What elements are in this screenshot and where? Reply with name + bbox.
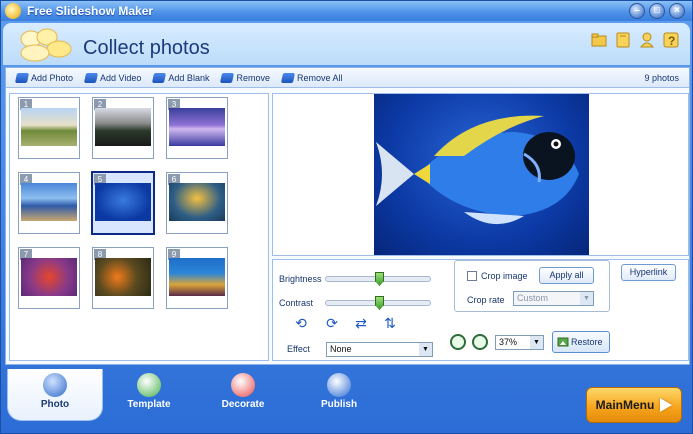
thumbnail-grid: 1 2 3 4 5 6 7 8 9: [9, 93, 269, 361]
play-arrow-icon: [660, 398, 673, 412]
thumbnail-7[interactable]: 7: [18, 247, 80, 309]
close-button[interactable]: ×: [669, 3, 685, 19]
thumbnail-2[interactable]: 2: [92, 97, 154, 159]
remove-all-icon: [280, 72, 296, 83]
photo-tab-icon: [43, 373, 67, 397]
add-blank-button[interactable]: Add Blank: [152, 72, 209, 83]
title-bar: Free Slideshow Maker – □ ×: [1, 1, 692, 21]
zoom-out-icon[interactable]: [472, 334, 488, 350]
flower-logo-icon: [20, 28, 72, 62]
effect-label: Effect: [287, 344, 310, 354]
thumbnail-6[interactable]: 6: [166, 172, 228, 234]
flip-horizontal-icon[interactable]: ⇄: [353, 316, 369, 330]
contrast-label: Contrast: [279, 298, 314, 308]
tab-publish[interactable]: Publish: [291, 369, 387, 417]
thumbnail-5[interactable]: 5: [91, 171, 155, 235]
hyperlink-button[interactable]: Hyperlink: [621, 264, 676, 281]
remove-icon: [220, 72, 235, 83]
chevron-down-icon: ▼: [580, 292, 593, 305]
photo-toolbar: Add Photo Add Video Add Blank Remove Rem…: [6, 68, 689, 88]
window-title: Free Slideshow Maker: [27, 4, 154, 18]
rotate-right-icon[interactable]: ⟳: [324, 316, 340, 330]
svg-text:?: ?: [668, 34, 675, 48]
add-blank-icon: [152, 72, 167, 83]
crop-group: Crop image Apply all Crop rate Custom ▼: [454, 260, 610, 312]
crop-rate-label: Crop rate: [467, 295, 505, 305]
template-tab-icon: [137, 373, 161, 397]
photo-reef: [169, 258, 225, 296]
add-video-button[interactable]: Add Video: [83, 72, 141, 83]
tab-decorate[interactable]: Decorate: [195, 369, 291, 417]
thumbnail-4[interactable]: 4: [18, 172, 80, 234]
thumbnail-3[interactable]: 3: [166, 97, 228, 159]
photo-lake-autumn: [21, 108, 77, 146]
minimize-button[interactable]: –: [629, 3, 645, 19]
thumbnail-9[interactable]: 9: [166, 247, 228, 309]
maximize-button[interactable]: □: [649, 3, 665, 19]
contrast-slider[interactable]: [325, 296, 431, 310]
main-panel: Add Photo Add Video Add Blank Remove Rem…: [5, 67, 690, 365]
heart-icon: [231, 373, 255, 397]
thumbnail-8[interactable]: 8: [92, 247, 154, 309]
zoom-in-icon[interactable]: [450, 334, 466, 350]
brightness-slider[interactable]: [325, 272, 431, 286]
zoom-select[interactable]: 37% ▼: [495, 335, 544, 350]
photo-rock-lake: [95, 108, 151, 146]
contrast-slider-handle[interactable]: [375, 296, 384, 310]
page-header: Collect photos ?: [3, 23, 690, 65]
photo-yellow-fish: [169, 183, 225, 221]
user-icon[interactable]: [638, 31, 656, 49]
remove-button[interactable]: Remove: [220, 72, 270, 83]
brightness-slider-handle[interactable]: [375, 272, 384, 286]
tab-template[interactable]: Template: [101, 369, 197, 417]
publish-tab-icon: [327, 373, 351, 397]
add-photo-button[interactable]: Add Photo: [14, 72, 73, 83]
photo-starfish: [21, 258, 77, 296]
photo-count: 9 photos: [644, 72, 679, 83]
help-icon[interactable]: ?: [662, 31, 680, 49]
photo-coast: [21, 183, 77, 221]
restore-button[interactable]: Restore: [552, 331, 610, 353]
effect-select[interactable]: None ▼: [326, 342, 433, 357]
app-icon: [5, 3, 21, 19]
thumbnail-1[interactable]: 1: [18, 97, 80, 159]
add-photo-icon: [14, 72, 30, 83]
book-icon[interactable]: [614, 31, 632, 49]
fish-illustration: [376, 115, 579, 225]
crop-rate-select[interactable]: Custom ▼: [513, 291, 594, 306]
crop-image-label: Crop image: [481, 271, 528, 281]
photo-clownfish: [95, 258, 151, 296]
restore-icon: [557, 337, 569, 347]
bottom-navigation: Photo Template Decorate Publish MainMenu: [3, 369, 692, 433]
brightness-label: Brightness: [279, 274, 322, 284]
chevron-down-icon: ▼: [419, 343, 432, 356]
preview-image: [374, 94, 589, 255]
folder-icon[interactable]: [590, 31, 608, 49]
flip-vertical-icon[interactable]: ⇅: [382, 316, 398, 330]
photo-preview: [272, 93, 689, 256]
main-menu-button[interactable]: MainMenu: [586, 387, 682, 423]
tab-photo[interactable]: Photo: [7, 369, 103, 421]
chevron-down-icon: ▼: [530, 336, 543, 349]
apply-all-button[interactable]: Apply all: [539, 267, 594, 284]
rotate-left-icon[interactable]: ⟲: [293, 316, 309, 330]
photo-controls: Brightness Contrast ⟲ ⟳ ⇄ ⇅ Effect None …: [272, 259, 689, 361]
page-title: Collect photos: [83, 37, 210, 59]
add-video-icon: [83, 72, 99, 83]
remove-all-button[interactable]: Remove All: [280, 72, 343, 83]
app-window: Free Slideshow Maker – □ × Collect photo…: [0, 0, 693, 434]
photo-purple-mountain: [169, 108, 225, 146]
crop-image-checkbox[interactable]: [467, 271, 477, 281]
photo-blue-fish: [95, 183, 151, 221]
